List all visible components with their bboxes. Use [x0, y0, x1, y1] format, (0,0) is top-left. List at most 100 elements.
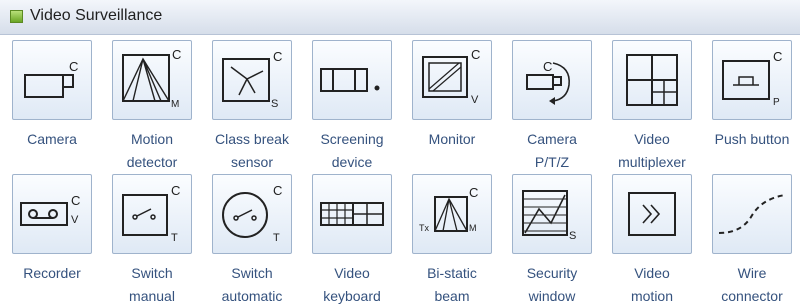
svg-text:C: C — [273, 49, 282, 64]
shape-label-line2: multiplexer — [618, 154, 686, 170]
shape-tile[interactable]: C T — [112, 174, 192, 254]
shape-camera-ptz[interactable]: C Camera P/T/Z — [504, 40, 600, 174]
svg-text:M: M — [469, 223, 477, 233]
shape-tile[interactable] — [312, 174, 392, 254]
shape-tile[interactable]: C V — [12, 174, 92, 254]
class-break-sensor-icon: C S — [222, 49, 282, 110]
push-button-icon: C P — [722, 49, 782, 108]
shape-label: Camera — [27, 131, 77, 147]
shape-switch-automatic[interactable]: C T Switch automatic — [204, 174, 300, 308]
svg-text:Tx: Tx — [419, 223, 429, 233]
shape-video-multiplexer[interactable]: Video multiplexer — [604, 40, 700, 174]
svg-text:V: V — [471, 94, 479, 106]
video-multiplexer-icon — [626, 54, 678, 106]
shape-label: Recorder — [23, 265, 81, 281]
shape-label-line2: detector — [126, 154, 178, 170]
svg-text:S: S — [569, 230, 576, 242]
shape-tile[interactable]: Tx C M — [412, 174, 492, 254]
shape-tile[interactable]: C S — [212, 40, 292, 120]
stencil-header[interactable]: Video Surveillance — [0, 0, 800, 35]
shape-label-line2: sensor — [230, 154, 274, 170]
shape-tile[interactable] — [712, 174, 792, 254]
shape-label: Push button — [714, 131, 790, 147]
shape-tile[interactable]: S — [512, 174, 592, 254]
shape-label: Video — [634, 265, 670, 281]
shape-tile[interactable] — [312, 40, 392, 120]
shape-motion-detector[interactable]: C M Motion detector — [104, 40, 200, 174]
recorder-icon: C V — [20, 193, 80, 226]
video-surveillance-stencil: Video Surveillance C Camera C M Motion de… — [0, 0, 800, 307]
shape-push-button[interactable]: C P Push button — [704, 40, 800, 174]
shape-label-line2: motion — [630, 288, 674, 304]
shape-screening-device[interactable]: Screening device — [304, 40, 400, 174]
svg-text:V: V — [71, 214, 79, 226]
svg-text:C: C — [469, 185, 478, 200]
svg-text:M: M — [171, 99, 179, 110]
shape-label: Switch — [131, 265, 173, 281]
svg-text:C: C — [71, 193, 80, 208]
svg-text:S: S — [271, 98, 278, 110]
shape-bi-static-beam[interactable]: Tx C M Bi-static beam — [404, 174, 500, 308]
svg-text:T: T — [273, 232, 280, 244]
shape-label: Video — [334, 265, 370, 281]
shape-tile[interactable]: C — [512, 40, 592, 120]
shape-label-line2: automatic — [221, 288, 283, 304]
camera-icon: C — [24, 59, 78, 98]
svg-text:C: C — [543, 59, 552, 74]
video-motion-icon — [628, 192, 676, 236]
shape-label: Video — [634, 131, 670, 147]
shape-recorder[interactable]: C V Recorder — [4, 174, 100, 308]
shape-tile[interactable] — [612, 40, 692, 120]
shape-label-line2: manual — [129, 288, 175, 304]
wire-connector-icon — [718, 194, 786, 234]
bi-static-beam-icon: Tx C M — [419, 185, 478, 233]
stencil-icon — [10, 10, 23, 23]
svg-text:C: C — [172, 47, 181, 62]
svg-text:C: C — [171, 183, 180, 198]
shape-label-line2: keyboard — [323, 288, 381, 304]
shape-camera[interactable]: C Camera — [4, 40, 100, 174]
camera-ptz-icon: C — [526, 59, 570, 105]
shape-label-line2: device — [331, 154, 373, 170]
shape-monitor[interactable]: C V Monitor — [404, 40, 500, 174]
svg-text:P: P — [773, 97, 780, 108]
shape-label: Wire — [737, 265, 767, 281]
shape-label: Motion — [130, 131, 174, 147]
shape-video-motion[interactable]: Video motion — [604, 174, 700, 308]
shape-class-break-sensor[interactable]: C S Class break sensor — [204, 40, 300, 174]
svg-text:T: T — [171, 232, 178, 244]
shape-label: Switch — [231, 265, 273, 281]
shape-label: Security — [526, 265, 578, 281]
shape-tile[interactable]: C M — [112, 40, 192, 120]
shape-tile[interactable]: C V — [412, 40, 492, 120]
stencil-title: Video Surveillance — [30, 7, 163, 24]
shape-security-window[interactable]: S Security window — [504, 174, 600, 308]
shape-label: Class break — [215, 131, 289, 147]
shape-label-line2: window — [528, 288, 576, 304]
screening-device-icon — [320, 68, 380, 92]
shape-label: Monitor — [428, 131, 476, 147]
switch-automatic-icon: C T — [222, 183, 282, 244]
shape-video-keyboard[interactable]: Video keyboard — [304, 174, 400, 308]
svg-text:C: C — [773, 49, 782, 64]
shape-label-line2: P/T/Z — [534, 154, 570, 170]
shape-tile[interactable]: C — [12, 40, 92, 120]
shape-tile[interactable]: C T — [212, 174, 292, 254]
shape-switch-manual[interactable]: C T Switch manual — [104, 174, 200, 308]
shape-label-line2: connector — [721, 288, 783, 304]
security-window-icon: S — [522, 190, 576, 242]
shape-tile[interactable]: C P — [712, 40, 792, 120]
shape-label: Camera — [527, 131, 577, 147]
motion-detector-icon: C M — [122, 47, 181, 110]
switch-manual-icon: C T — [122, 183, 180, 244]
svg-text:C: C — [273, 183, 282, 198]
svg-text:C: C — [471, 47, 480, 62]
svg-text:C: C — [69, 59, 78, 74]
shape-label: Bi-static — [427, 265, 477, 281]
shape-tile[interactable] — [612, 174, 692, 254]
shape-wire-connector[interactable]: Wire connector — [704, 174, 800, 308]
video-keyboard-icon — [320, 202, 384, 226]
shape-label: Screening — [320, 131, 384, 147]
monitor-icon: C V — [422, 47, 480, 106]
shape-label-line2: beam — [434, 288, 470, 304]
